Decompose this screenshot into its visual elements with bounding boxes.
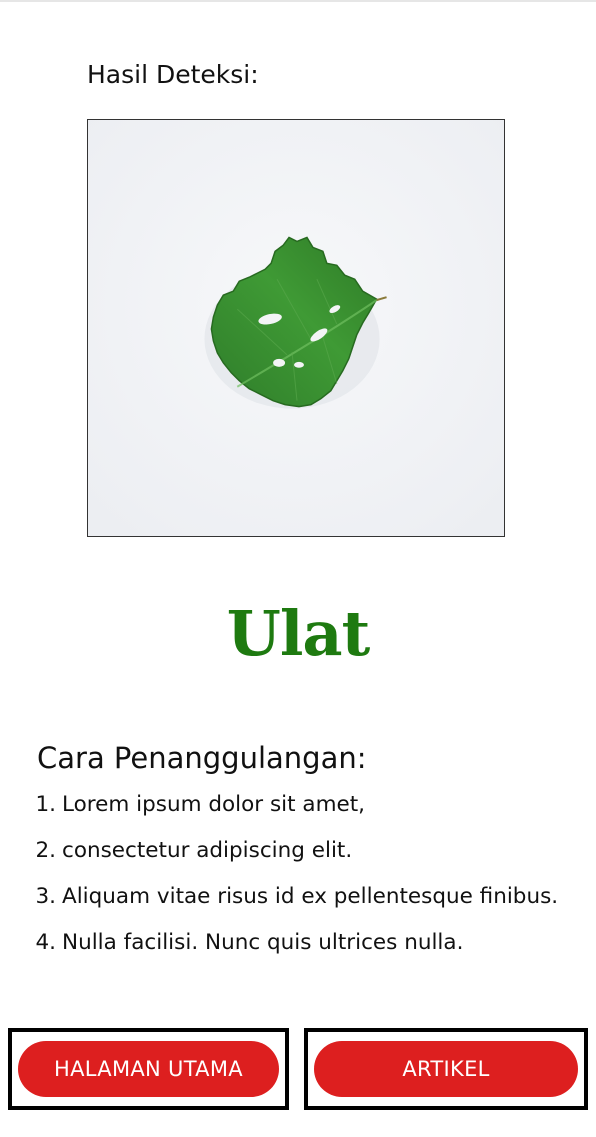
treatment-step: 3. Aliquam vitae risus id ex pellentesqu…: [28, 874, 586, 920]
step-number: 1.: [35, 792, 56, 817]
step-text: Lorem ipsum dolor sit amet,: [62, 792, 366, 817]
detection-label: Hasil Deteksi:: [87, 60, 259, 89]
treatment-step: 4. Nulla facilisi. Nunc quis ultrices nu…: [28, 920, 586, 966]
step-text: Aliquam vitae risus id ex pellentesque f…: [62, 884, 559, 909]
treatment-step: 2. consectetur adipiscing elit.: [28, 828, 586, 874]
step-text: consectetur adipiscing elit.: [62, 838, 353, 863]
top-divider: [0, 0, 596, 2]
step-number: 4.: [35, 930, 56, 955]
step-text: Nulla facilisi. Nunc quis ultrices nulla…: [62, 930, 464, 955]
result-title: Ulat: [226, 597, 370, 670]
step-number: 3.: [35, 884, 56, 909]
treatment-heading: Cara Penanggulangan:: [37, 741, 367, 775]
step-number: 2.: [35, 838, 56, 863]
treatment-steps-list: 1. Lorem ipsum dolor sit amet, 2. consec…: [28, 782, 586, 966]
detection-image: [87, 119, 505, 537]
home-button-frame: HALAMAN UTAMA: [8, 1028, 289, 1110]
article-button-frame: ARTIKEL: [304, 1028, 588, 1110]
article-button[interactable]: ARTIKEL: [314, 1041, 578, 1097]
treatment-step: 1. Lorem ipsum dolor sit amet,: [28, 782, 586, 828]
home-button[interactable]: HALAMAN UTAMA: [18, 1041, 279, 1097]
